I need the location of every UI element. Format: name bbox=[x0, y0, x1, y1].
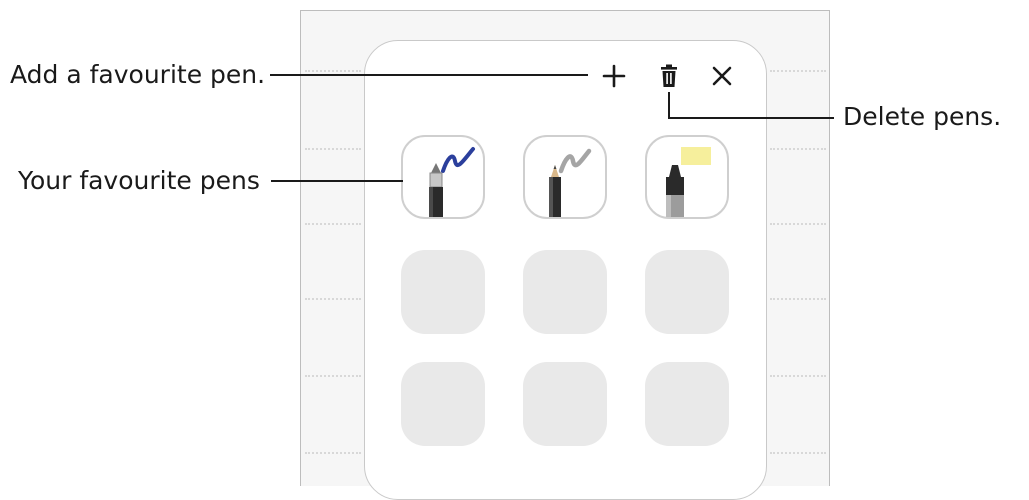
canvas-dotted-line bbox=[305, 70, 361, 72]
canvas-dotted-line bbox=[770, 70, 826, 72]
empty-pen-slot[interactable] bbox=[645, 362, 729, 446]
canvas-dotted-line bbox=[305, 452, 361, 454]
close-icon bbox=[712, 66, 732, 86]
canvas-dotted-line bbox=[305, 298, 361, 300]
delete-pens-button[interactable] bbox=[654, 60, 684, 92]
add-pen-button[interactable] bbox=[598, 60, 630, 92]
callout-leader-line bbox=[668, 92, 670, 118]
canvas-dotted-line bbox=[770, 375, 826, 377]
callout-leader-line bbox=[270, 74, 588, 76]
empty-pen-slot[interactable] bbox=[401, 250, 485, 334]
highlighter-icon bbox=[666, 147, 711, 217]
canvas-dotted-line bbox=[305, 223, 361, 225]
empty-pen-slot[interactable] bbox=[523, 362, 607, 446]
canvas-dotted-line bbox=[770, 452, 826, 454]
empty-pen-slot[interactable] bbox=[645, 250, 729, 334]
plus-icon bbox=[602, 64, 626, 88]
canvas-dotted-line bbox=[770, 148, 826, 150]
empty-pen-slot[interactable] bbox=[523, 250, 607, 334]
canvas-dotted-line bbox=[305, 148, 361, 150]
callout-delete-pens: Delete pens. bbox=[843, 102, 1002, 131]
fountain-pen-icon bbox=[429, 147, 475, 217]
callout-leader-line bbox=[271, 180, 403, 182]
trash-icon bbox=[661, 64, 677, 87]
canvas-dotted-line bbox=[770, 223, 826, 225]
empty-pen-slot[interactable] bbox=[401, 362, 485, 446]
callout-favourite-pens: Your favourite pens bbox=[18, 166, 260, 195]
favourite-pen-highlighter[interactable] bbox=[645, 135, 729, 219]
canvas-dotted-line bbox=[305, 375, 361, 377]
callout-add-pen: Add a favourite pen. bbox=[10, 60, 266, 89]
canvas-dotted-line bbox=[770, 298, 826, 300]
close-button[interactable] bbox=[706, 60, 738, 92]
pencil-icon bbox=[549, 148, 592, 217]
favourite-pen-fountain[interactable] bbox=[401, 135, 485, 219]
callout-leader-line bbox=[668, 117, 834, 119]
favourite-pen-pencil[interactable] bbox=[523, 135, 607, 219]
